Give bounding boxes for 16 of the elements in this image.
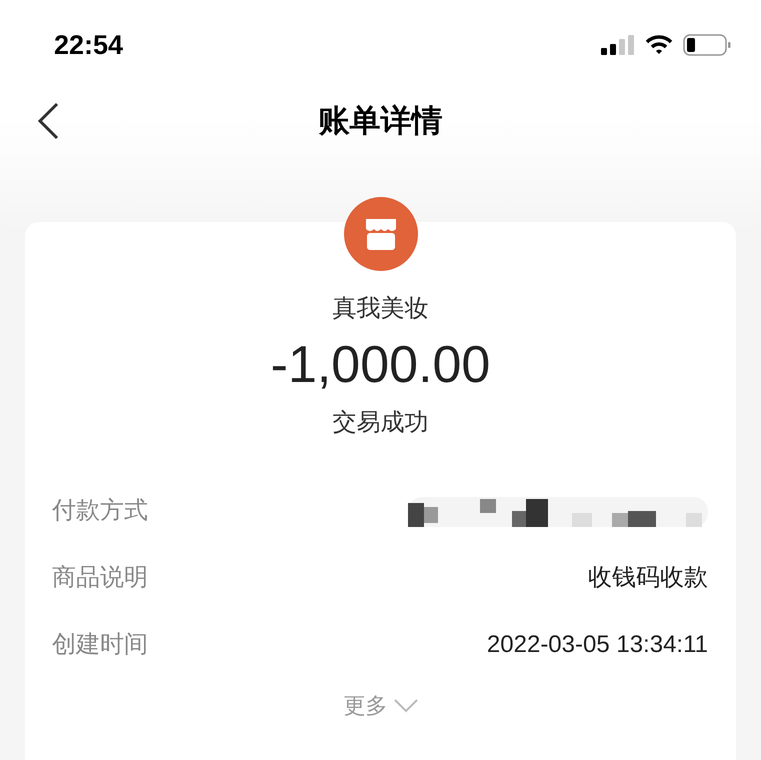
field-label: 创建时间: [52, 630, 148, 660]
more-toggle[interactable]: 更多: [344, 689, 418, 722]
back-button[interactable]: [36, 102, 60, 140]
amount: -1,000.00: [270, 335, 490, 396]
field-label: 商品说明: [52, 563, 148, 593]
field-label: 付款方式: [52, 496, 148, 526]
signal-icon: [601, 35, 635, 55]
page-title: 账单详情: [318, 102, 442, 140]
status-time: 22:54: [54, 28, 124, 62]
transaction-status: 交易成功: [332, 408, 428, 438]
merchant-name: 真我美妆: [332, 294, 428, 324]
chevron-down-icon: [394, 698, 418, 712]
field-value: 收钱码收款: [588, 563, 708, 593]
field-value: 2022-03-05 13:34:11: [486, 630, 708, 660]
wifi-icon: [645, 35, 673, 55]
battery-icon: [683, 34, 731, 56]
